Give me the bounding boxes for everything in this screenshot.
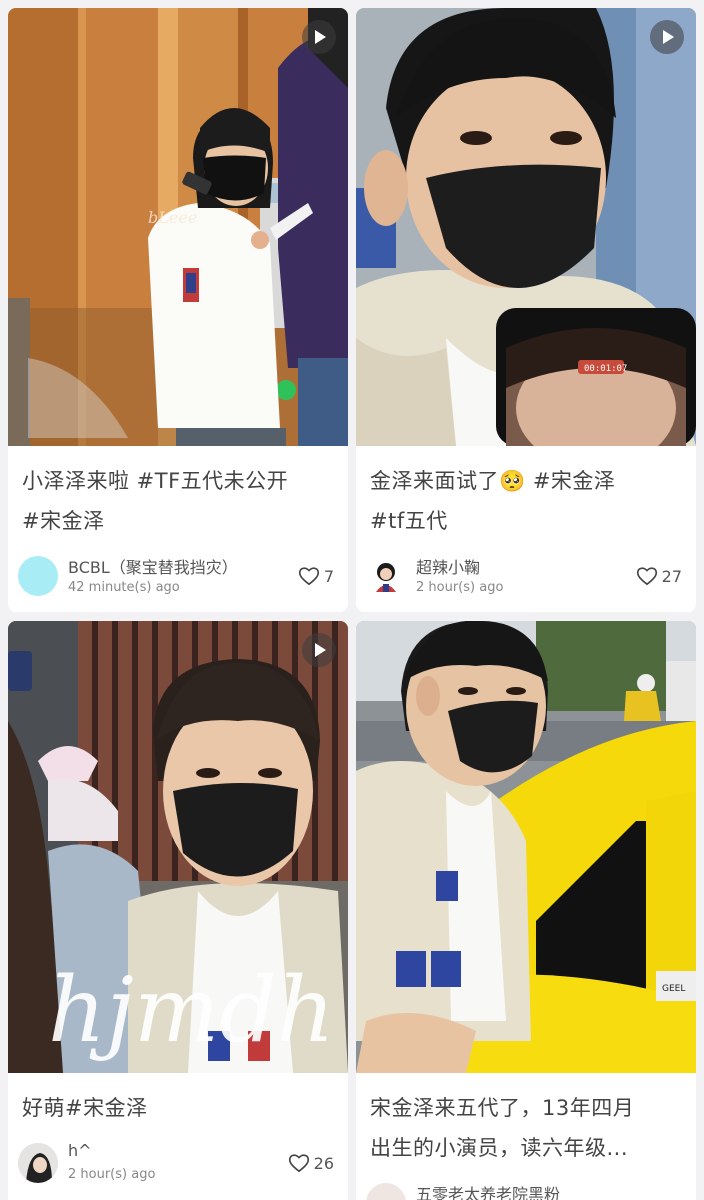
play-icon[interactable] xyxy=(302,633,336,667)
post-title-line: 金泽来面试了🥺 #宋金泽 xyxy=(370,469,616,493)
svg-text:bLeee: bLeee xyxy=(148,208,197,227)
post-title-line: #tf五代 xyxy=(370,509,448,533)
post-title[interactable]: 小泽泽来啦 #TF五代未公开 #宋金泽 xyxy=(22,461,334,541)
play-icon[interactable] xyxy=(650,20,684,54)
svg-text:GEEL: GEEL xyxy=(662,984,685,994)
heart-outline-icon xyxy=(298,566,320,586)
svg-text:hjmdh: hjmdh xyxy=(48,958,335,1063)
post-card[interactable]: GEEL 宋金泽来五代了，13年四月 出生的小演员，读六年级... 五零老太养老… xyxy=(356,621,696,1200)
post-card[interactable]: bLeee 小泽泽来啦 #TF五代未公开 #宋金泽 BCBL（聚宝替我挡灾） 4… xyxy=(8,8,348,612)
post-card[interactable]: hjmdh 好萌#宋金泽 h^ 2 hour(s) ago 26 xyxy=(8,621,348,1200)
post-time: 42 minute(s) ago xyxy=(68,580,180,595)
like-count: 7 xyxy=(323,566,334,586)
post-image[interactable]: bLeee xyxy=(8,8,348,446)
post-meta: 五零老太养老院黑粉 xyxy=(366,1181,682,1200)
avatar[interactable] xyxy=(18,1143,58,1183)
post-title-line: 小泽泽来啦 #TF五代未公开 xyxy=(22,469,289,493)
like-count: 27 xyxy=(661,566,682,586)
author-name[interactable]: BCBL（聚宝替我挡灾） xyxy=(68,554,238,578)
post-meta: 超辣小鞠 2 hour(s) ago 27 xyxy=(366,554,682,600)
post-image[interactable]: GEEL xyxy=(356,621,696,1073)
avatar[interactable] xyxy=(366,556,406,596)
post-title[interactable]: 好萌#宋金泽 xyxy=(22,1088,334,1128)
post-title-line: 宋金泽来五代了，13年四月 xyxy=(370,1096,635,1120)
heart-outline-icon xyxy=(636,566,658,586)
post-image[interactable]: hjmdh xyxy=(8,621,348,1073)
svg-text:00:01:07: 00:01:07 xyxy=(584,364,627,374)
play-icon[interactable] xyxy=(302,20,336,54)
avatar[interactable] xyxy=(366,1183,406,1200)
like-button[interactable]: 27 xyxy=(636,566,682,586)
post-title[interactable]: 宋金泽来五代了，13年四月 出生的小演员，读六年级... xyxy=(370,1088,682,1168)
author-name[interactable]: h^ xyxy=(68,1141,92,1160)
post-title-line: #宋金泽 xyxy=(22,509,105,533)
post-meta: BCBL（聚宝替我挡灾） 42 minute(s) ago 7 xyxy=(18,554,334,600)
like-count: 26 xyxy=(313,1153,334,1173)
post-title-line: 好萌#宋金泽 xyxy=(22,1096,148,1120)
post-image[interactable]: 00:01:07 xyxy=(356,8,696,446)
heart-outline-icon xyxy=(288,1153,310,1173)
author-name[interactable]: 五零老太养老院黑粉 xyxy=(416,1181,560,1200)
post-time: 2 hour(s) ago xyxy=(68,1167,156,1182)
post-title-line: 出生的小演员，读六年级... xyxy=(370,1136,629,1160)
like-button[interactable]: 7 xyxy=(298,566,334,586)
post-card[interactable]: 00:01:07 金泽来面试了🥺 #宋金泽 #tf五代 超辣小鞠 2 hour(… xyxy=(356,8,696,612)
avatar[interactable] xyxy=(18,556,58,596)
author-name[interactable]: 超辣小鞠 xyxy=(416,554,480,578)
post-title[interactable]: 金泽来面试了🥺 #宋金泽 #tf五代 xyxy=(370,461,682,541)
post-time: 2 hour(s) ago xyxy=(416,580,504,595)
post-meta: h^ 2 hour(s) ago 26 xyxy=(18,1141,334,1187)
like-button[interactable]: 26 xyxy=(288,1153,334,1173)
